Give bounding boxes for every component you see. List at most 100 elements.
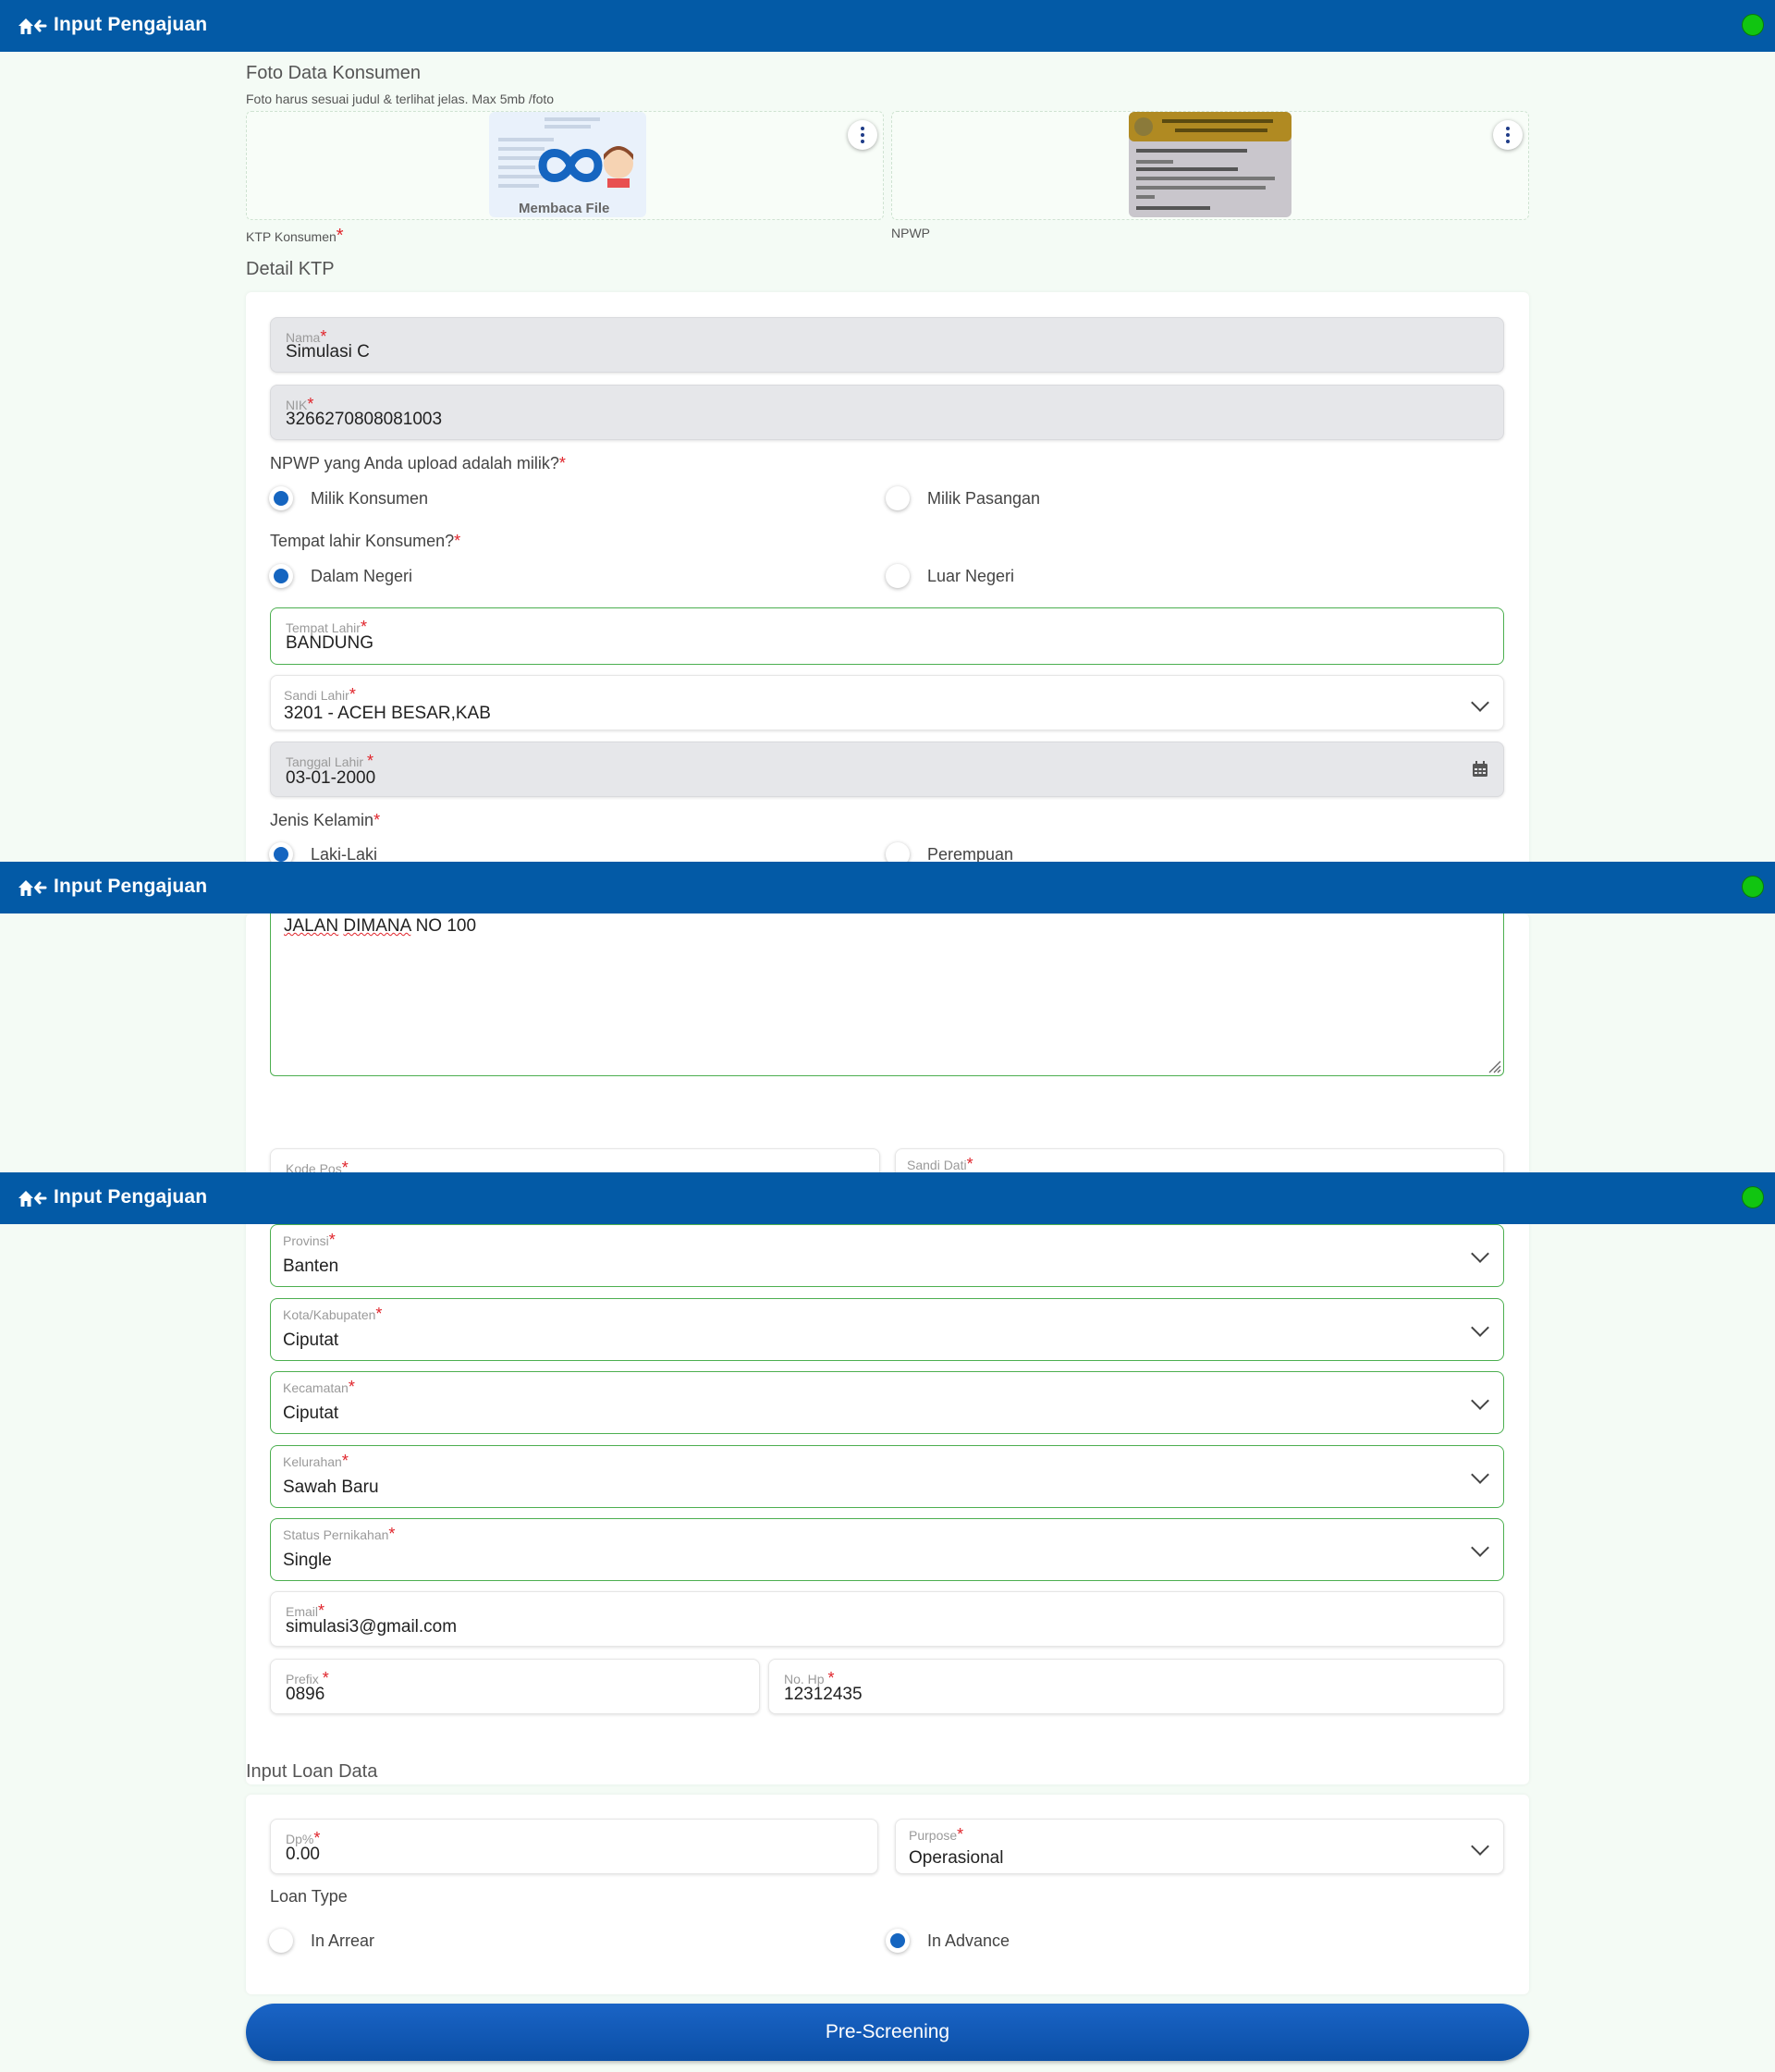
- provinsi-label: Provinsi: [283, 1233, 329, 1248]
- ktp-detail-title: Detail KTP: [246, 259, 335, 279]
- radio-milik-konsumen-label: Milik Konsumen: [311, 489, 429, 508]
- npwp-label: NPWP: [891, 226, 930, 240]
- sandi-lahir-label: Sandi Lahir: [284, 688, 349, 703]
- screen-segment-3: Input Pengajuan Provinsi* Banten Kota/Ka…: [0, 1172, 1775, 2072]
- chevron-down-icon: [1471, 1244, 1489, 1263]
- tempat-lahir-input[interactable]: Tempat Lahir* BANDUNG: [270, 607, 1504, 665]
- app-bar: Input Pengajuan: [0, 0, 1775, 52]
- dp-value: 0.00: [286, 1845, 320, 1864]
- prefix-input[interactable]: Prefix * 0896: [270, 1659, 760, 1714]
- chevron-down-icon: [1471, 693, 1489, 712]
- tanggal-lahir-label: Tanggal Lahir: [286, 754, 364, 769]
- radio-dalam-negeri[interactable]: [269, 564, 293, 588]
- online-status-dot: [1742, 876, 1764, 898]
- photo-section-title: Foto Data Konsumen: [246, 63, 421, 83]
- ktp-more-options-icon[interactable]: [848, 120, 877, 150]
- status-pernikahan-label: Status Pernikahan: [283, 1527, 389, 1542]
- kode-pos-label: Kode Pos: [286, 1161, 342, 1172]
- dp-input[interactable]: Dp%* 0.00: [270, 1819, 878, 1874]
- no-hp-input[interactable]: No. Hp * 12312435: [768, 1659, 1504, 1714]
- chevron-down-icon: [1471, 1392, 1489, 1410]
- npwp-photo-upload[interactable]: [891, 111, 1529, 220]
- ktp-reading-status: Membaca File: [519, 201, 610, 216]
- kelurahan-label: Kelurahan: [283, 1454, 342, 1469]
- nama-value: Simulasi C: [286, 342, 370, 362]
- nama-field: Nama* Simulasi C: [270, 317, 1504, 373]
- birthplace-question: Tempat lahir Konsumen?*: [270, 532, 461, 550]
- chevron-down-icon: [1471, 1318, 1489, 1337]
- sandi-dati-label: Sandi Dati: [907, 1158, 967, 1172]
- tempat-lahir-value: BANDUNG: [286, 633, 374, 653]
- app-bar-title: Input Pengajuan: [54, 1186, 208, 1208]
- npwp-owner-question: NPWP yang Anda upload adalah milik?*: [270, 454, 566, 472]
- online-status-dot: [1742, 14, 1764, 36]
- radio-luar-negeri[interactable]: [886, 564, 910, 588]
- kota-select[interactable]: Kota/Kabupaten* Ciputat: [270, 1298, 1504, 1361]
- kelurahan-select[interactable]: Kelurahan* Sawah Baru: [270, 1445, 1504, 1508]
- alamat-textarea[interactable]: JALAN DIMANA NO 100: [270, 899, 1504, 1076]
- kota-label: Kota/Kabupaten: [283, 1307, 376, 1322]
- ktp-label: KTP Konsumen*: [246, 226, 344, 246]
- npwp-more-options-icon[interactable]: [1493, 120, 1523, 150]
- chevron-down-icon: [1471, 1539, 1489, 1557]
- app-bar: Input Pengajuan: [0, 862, 1775, 913]
- radio-in-arrear[interactable]: [269, 1929, 293, 1953]
- status-pernikahan-value: Single: [283, 1551, 332, 1570]
- no-hp-value: 12312435: [784, 1685, 863, 1704]
- email-value: simulasi3@gmail.com: [286, 1617, 458, 1637]
- chevron-down-icon: [1471, 1465, 1489, 1484]
- radio-perempuan-label: Perempuan: [927, 845, 1014, 862]
- email-input[interactable]: Email* simulasi3@gmail.com: [270, 1591, 1504, 1647]
- purpose-label: Purpose: [909, 1828, 958, 1843]
- radio-in-arrear-label: In Arrear: [311, 1931, 375, 1950]
- provinsi-select[interactable]: Provinsi* Banten: [270, 1224, 1504, 1287]
- kecamatan-label: Kecamatan: [283, 1380, 349, 1395]
- tanggal-lahir-value: 03-01-2000: [286, 768, 376, 788]
- radio-laki-laki[interactable]: [269, 842, 293, 862]
- sandi-dati-select[interactable]: Sandi Dati*: [895, 1148, 1504, 1172]
- gender-question: Jenis Kelamin*: [270, 811, 381, 829]
- tanggal-lahir-field[interactable]: Tanggal Lahir * 03-01-2000: [270, 742, 1504, 797]
- home-back-icon[interactable]: [17, 1187, 48, 1209]
- purpose-select[interactable]: Purpose* Operasional: [895, 1819, 1504, 1874]
- purpose-value: Operasional: [909, 1848, 1004, 1868]
- pre-screening-button[interactable]: Pre-Screening: [246, 2004, 1529, 2061]
- screen-segment-2: Input Pengajuan JALAN DIMANA NO 100 Kode…: [0, 862, 1775, 1172]
- radio-in-advance[interactable]: [886, 1929, 910, 1953]
- app-bar: Input Pengajuan: [0, 1172, 1775, 1224]
- chevron-down-icon: [1471, 1837, 1489, 1856]
- sandi-lahir-select[interactable]: Sandi Lahir* 3201 - ACEH BESAR,KAB: [270, 675, 1504, 730]
- radio-milik-pasangan-label: Milik Pasangan: [927, 489, 1041, 508]
- radio-luar-negeri-label: Luar Negeri: [927, 567, 1015, 585]
- kelurahan-value: Sawah Baru: [283, 1477, 379, 1497]
- sandi-lahir-value: 3201 - ACEH BESAR,KAB: [284, 704, 491, 723]
- radio-dalam-negeri-label: Dalam Negeri: [311, 567, 413, 585]
- home-back-icon[interactable]: [17, 15, 48, 37]
- loan-type-label: Loan Type: [270, 1887, 348, 1906]
- screen-segment-1: Input Pengajuan Foto Data Konsumen Foto …: [0, 0, 1775, 862]
- kota-value: Ciputat: [283, 1330, 339, 1350]
- home-back-icon[interactable]: [17, 877, 48, 899]
- radio-milik-konsumen[interactable]: [269, 486, 293, 510]
- npwp-card-image: [1129, 112, 1291, 217]
- nik-value: 3266270808081003: [286, 410, 443, 429]
- app-bar-title: Input Pengajuan: [54, 14, 208, 35]
- nik-field: NIK* 3266270808081003: [270, 385, 1504, 440]
- kecamatan-select[interactable]: Kecamatan* Ciputat: [270, 1371, 1504, 1434]
- loan-section-title: Input Loan Data: [246, 1761, 378, 1782]
- status-pernikahan-select[interactable]: Status Pernikahan* Single: [270, 1518, 1504, 1581]
- ktp-photo-upload[interactable]: Membaca File: [246, 111, 884, 220]
- radio-milik-pasangan[interactable]: [886, 486, 910, 510]
- online-status-dot: [1742, 1186, 1764, 1208]
- photo-hint: Foto harus sesuai judul & terlihat jelas…: [246, 92, 555, 106]
- resize-grip-icon[interactable]: [1487, 1059, 1501, 1073]
- prefix-value: 0896: [286, 1685, 325, 1704]
- kecamatan-value: Ciputat: [283, 1404, 339, 1423]
- kode-pos-input[interactable]: Kode Pos*: [270, 1148, 880, 1172]
- provinsi-value: Banten: [283, 1257, 339, 1276]
- alamat-value: JALAN DIMANA NO 100: [284, 916, 477, 936]
- app-bar-title: Input Pengajuan: [54, 876, 208, 897]
- calendar-icon[interactable]: [1472, 761, 1488, 778]
- radio-laki-laki-label: Laki-Laki: [311, 845, 378, 862]
- radio-perempuan[interactable]: [886, 842, 910, 862]
